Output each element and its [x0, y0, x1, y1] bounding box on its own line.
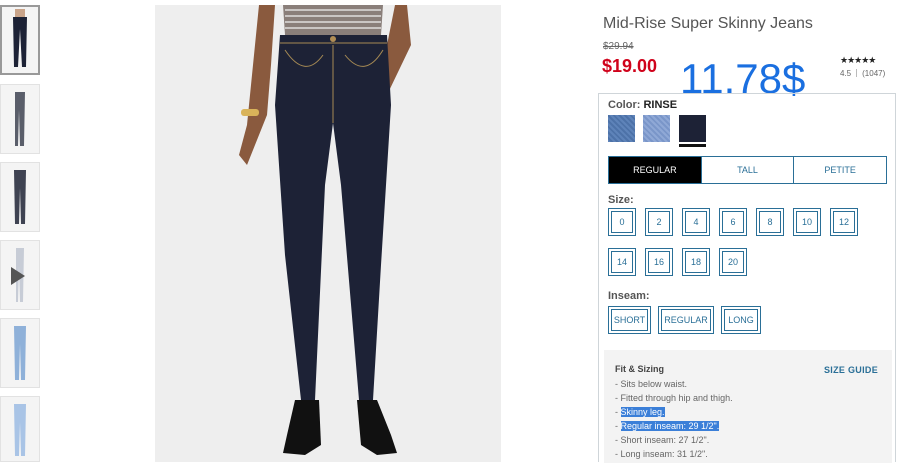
swatch-light-wash[interactable] — [643, 115, 670, 142]
bullet-text: Fitted through hip and thigh. — [620, 393, 733, 403]
inseam-long[interactable]: LONG — [721, 306, 761, 334]
inseam-regular[interactable]: REGULAR — [658, 306, 714, 334]
bullet-text: Short inseam: 27 1/2". — [620, 435, 710, 445]
thumb-side[interactable] — [0, 84, 40, 154]
selected-color-name: RINSE — [643, 99, 678, 111]
tab-tall[interactable]: TALL — [702, 157, 795, 183]
size-option-8[interactable]: 8 — [756, 208, 784, 236]
jeans-side-icon — [15, 92, 25, 146]
fit-sizing-box: Fit & Sizing SIZE GUIDE - Sits below wai… — [604, 350, 892, 463]
size-label: Size: — [608, 194, 634, 206]
thumb-video[interactable] — [0, 240, 40, 310]
size-option-14[interactable]: 14 — [608, 248, 636, 276]
size-option-10[interactable]: 10 — [793, 208, 821, 236]
tab-petite[interactable]: PETITE — [794, 157, 886, 183]
product-options-panel: Color: RINSE REGULAR TALL PETITE Size: 0… — [598, 93, 896, 463]
list-item: - Fitted through hip and thigh. — [615, 392, 733, 406]
size-option-6[interactable]: 6 — [719, 208, 747, 236]
tab-regular[interactable]: REGULAR — [609, 157, 702, 183]
jeans-light-icon — [14, 326, 26, 380]
thumb-light-wash[interactable] — [0, 318, 40, 388]
size-option-16[interactable]: 16 — [645, 248, 673, 276]
bullet-text: Sits below waist. — [620, 379, 688, 389]
star-rating-icon: ★★★★★ — [840, 55, 876, 65]
selected-swatch-indicator — [679, 144, 706, 147]
inseam-short[interactable]: SHORT — [608, 306, 651, 334]
bullet-text: Long inseam: 31 1/2". — [620, 449, 708, 459]
product-title: Mid-Rise Super Skinny Jeans — [603, 15, 813, 32]
highlighted-text: Regular inseam: 29 1/2". — [620, 421, 720, 431]
list-item: - Short inseam: 27 1/2". — [615, 434, 733, 448]
thumb-light-wash-2[interactable] — [0, 396, 40, 462]
size-option-18[interactable]: 18 — [682, 248, 710, 276]
rating-summary: 4.5 (1047) — [840, 69, 885, 78]
fit-sizing-title: Fit & Sizing — [615, 364, 664, 374]
jeans-back-icon — [14, 170, 26, 224]
jeans-front-icon — [13, 9, 27, 67]
jeans-light-2-icon — [14, 404, 26, 456]
list-item: - Sits below waist. — [615, 378, 733, 392]
swatch-rinse[interactable] — [679, 115, 706, 142]
product-rating[interactable]: ★★★★★ 4.5 (1047) — [840, 55, 885, 78]
size-option-2[interactable]: 2 — [645, 208, 673, 236]
color-label: Color: RINSE — [608, 99, 677, 111]
thumb-front[interactable] — [0, 5, 40, 75]
bullet-dash: - — [615, 421, 621, 431]
jeans-model-image — [155, 5, 501, 462]
review-count[interactable]: (1047) — [862, 69, 885, 78]
play-icon[interactable] — [11, 267, 25, 285]
size-option-4[interactable]: 4 — [682, 208, 710, 236]
color-label-text: Color: — [608, 99, 641, 111]
list-item: - Skinny leg. — [615, 406, 733, 420]
highlighted-text: Skinny leg. — [620, 407, 665, 417]
bullet-dash: - — [615, 407, 621, 417]
size-option-12[interactable]: 12 — [830, 208, 858, 236]
main-product-image — [155, 5, 501, 462]
rating-score: 4.5 — [840, 69, 852, 78]
list-item: - Long inseam: 31 1/2". — [615, 448, 733, 462]
rating-divider — [856, 69, 858, 77]
fit-sizing-list: - Sits below waist. - Fitted through hip… — [615, 378, 733, 462]
size-guide-link[interactable]: SIZE GUIDE — [824, 365, 878, 375]
inseam-label: Inseam: — [608, 290, 650, 302]
thumb-back[interactable] — [0, 162, 40, 232]
original-price: $29.94 — [603, 41, 634, 52]
size-option-0[interactable]: 0 — [608, 208, 636, 236]
sale-price: $19.00 — [602, 56, 658, 76]
swatch-medium-wash[interactable] — [608, 115, 635, 142]
size-option-20[interactable]: 20 — [719, 248, 747, 276]
list-item: - Regular inseam: 29 1/2". — [615, 420, 733, 434]
fit-tabs: REGULAR TALL PETITE — [608, 156, 887, 184]
